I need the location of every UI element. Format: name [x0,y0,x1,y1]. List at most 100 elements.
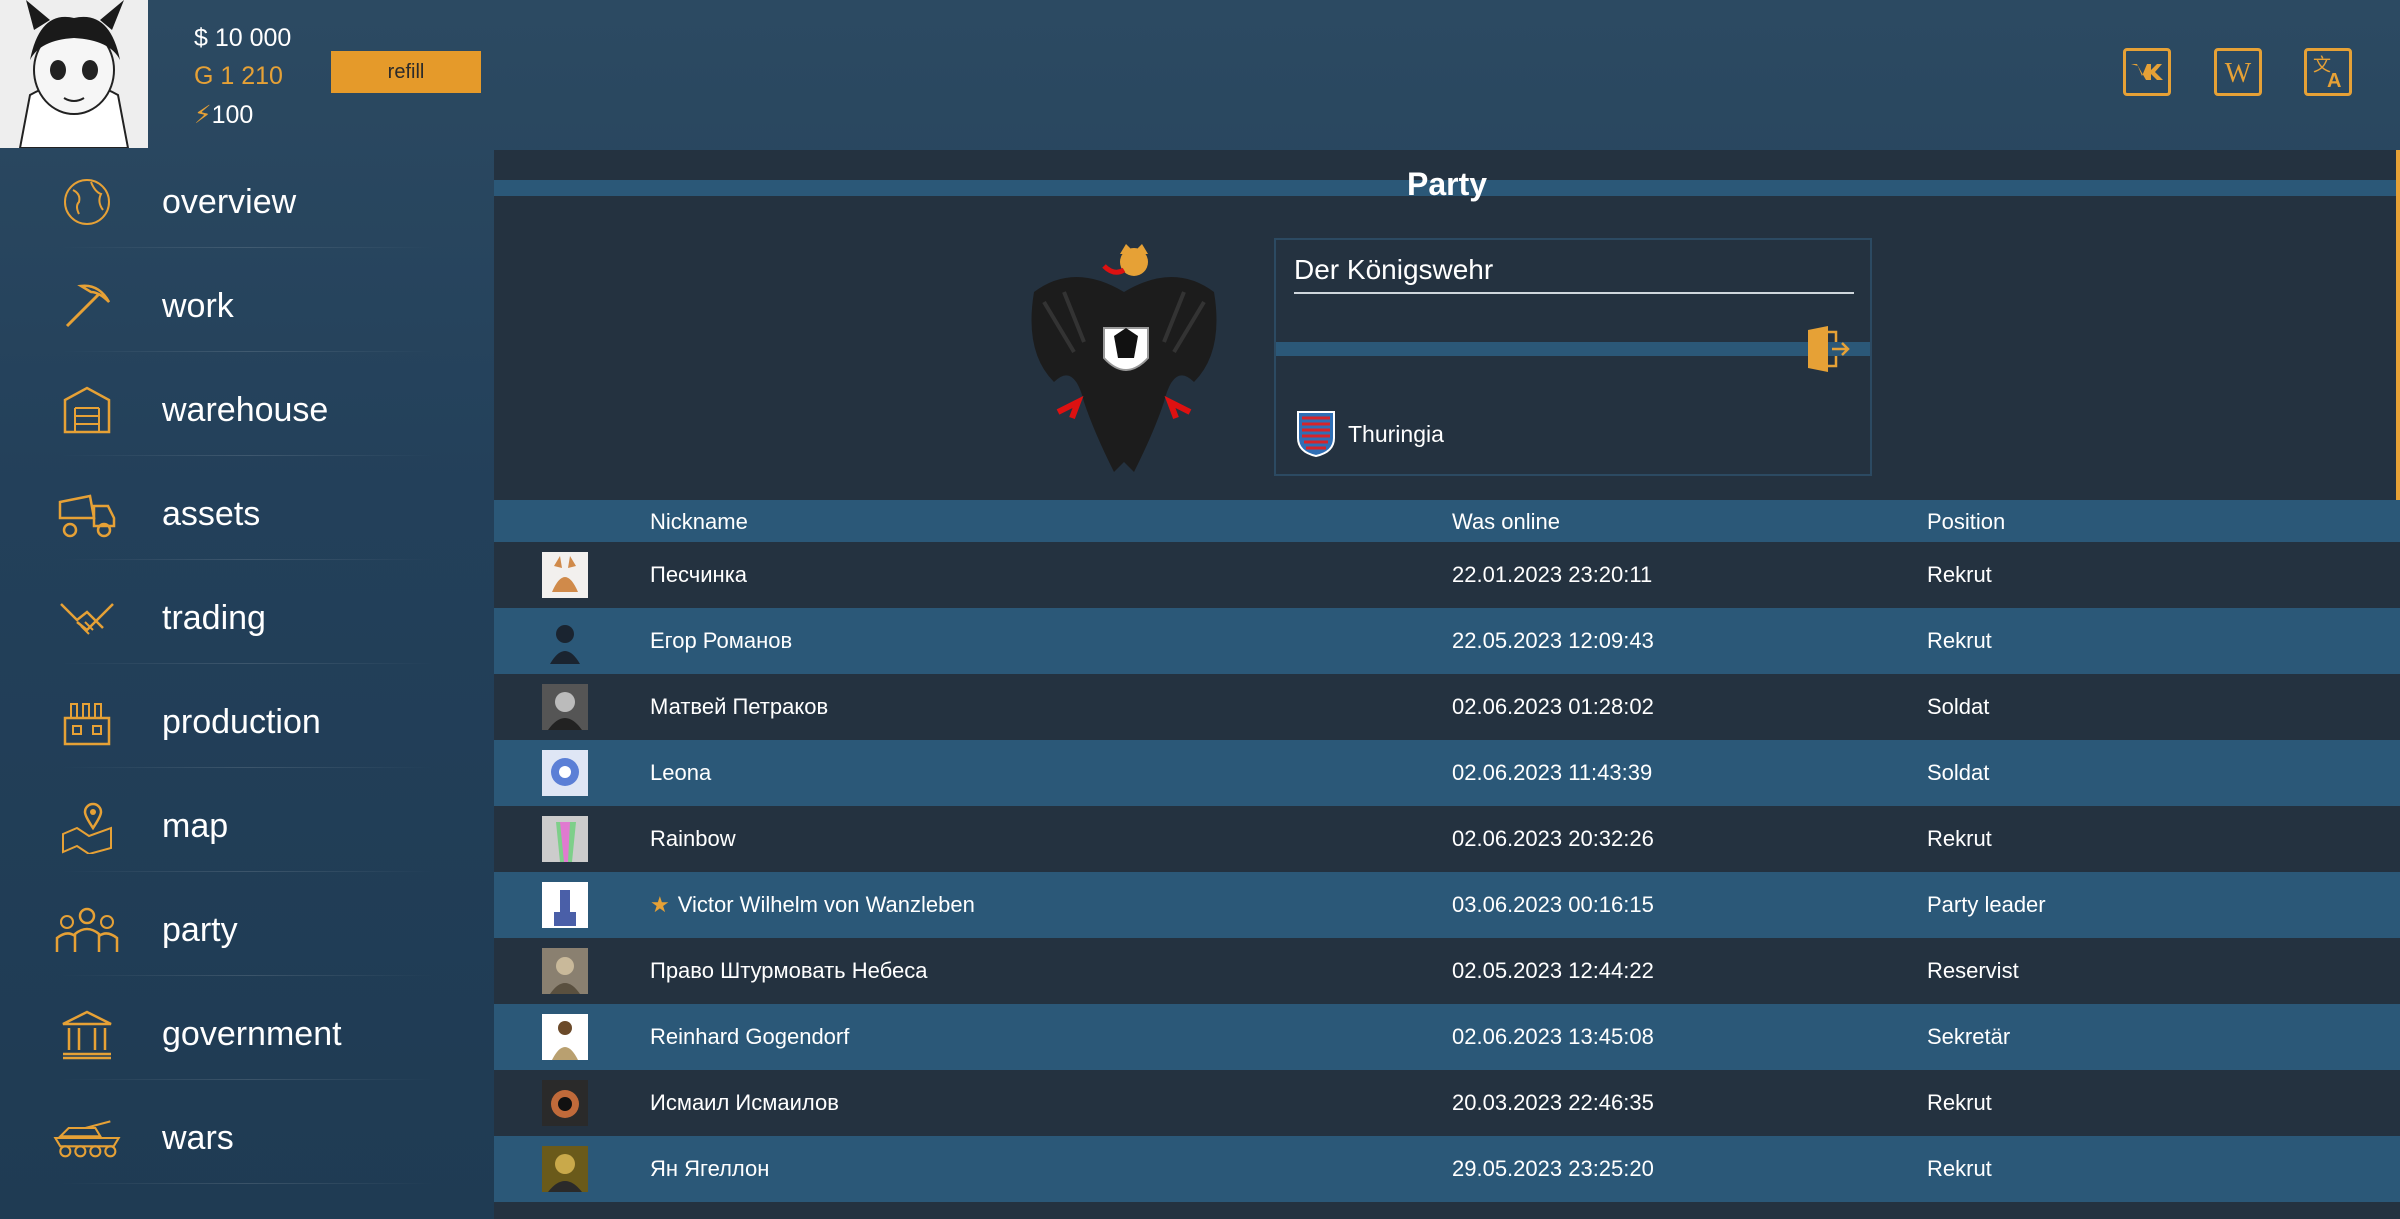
table-row[interactable]: Исмаил Исмаилов 20.03.2023 22:46:35 Rekr… [494,1070,2400,1136]
table-row[interactable]: Матвей Петраков 02.06.2023 01:28:02 Sold… [494,674,2400,740]
sidebar-item-label: party [162,910,238,949]
party-info-box: Der Königswehr Thuringia [1274,238,1872,476]
member-avatar[interactable] [542,552,588,598]
member-position: Sekretär [1927,1024,2011,1049]
member-position: Reservist [1927,958,2019,983]
table-row[interactable]: ★ Victor Wilhelm von Wanzleben 03.06.2023… [494,872,2400,938]
member-avatar[interactable] [542,948,588,994]
member-position: Rekrut [1927,1090,1992,1115]
member-nickname: Право Штурмовать Небеса [650,958,928,983]
party-progress-bar [1276,342,1870,356]
leave-party-icon[interactable] [1806,326,1850,372]
member-avatar[interactable] [542,1146,588,1192]
sidebar-item-assets[interactable]: assets [0,462,490,566]
sidebar-item-label: government [162,1014,342,1053]
member-last-online: 20.03.2023 22:46:35 [1452,1090,1654,1115]
player-avatar[interactable] [0,0,148,148]
table-row[interactable]: Право Штурмовать Небеса 02.05.2023 12:44… [494,938,2400,1004]
member-nickname: Песчинка [650,562,748,587]
sidebar-item-label: trading [162,598,266,637]
party-panel: Party Der Königswehr Thuringia Nickname [494,150,2400,1219]
member-position: Rekrut [1927,826,1992,851]
member-last-online: 02.05.2023 12:44:22 [1452,958,1654,983]
factory-icon [52,692,122,752]
table-row[interactable]: Песчинка 22.01.2023 23:20:11 Rekrut [494,542,2400,608]
region-name: Thuringia [1348,420,1444,447]
energy-balance: ⚡100 [194,100,253,130]
sidebar-item-label: warehouse [162,390,329,429]
member-avatar[interactable] [542,1080,588,1126]
svg-text:W: W [2225,58,2252,87]
party-emblem [1014,232,1234,482]
sidebar-item-label: map [162,806,229,845]
member-position: Rekrut [1927,628,1992,653]
column-header-position: Position [1927,509,2006,534]
sidebar-item-overview[interactable]: overview [0,150,490,254]
sidebar-item-wars[interactable]: wars [0,1086,490,1190]
sidebar-item-label: overview [162,182,297,221]
member-nickname: Rainbow [650,826,736,851]
scrollbar[interactable] [2396,150,2400,500]
sidebar-item-label: wars [162,1118,234,1157]
table-row[interactable]: Егор Романов 22.05.2023 12:09:43 Rekrut [494,608,2400,674]
sidebar-item-production[interactable]: production [0,670,490,774]
member-nickname: Reinhard Gogendorf [650,1024,850,1049]
truck-icon [52,484,122,544]
svg-text:A: A [2327,70,2341,91]
member-last-online: 02.06.2023 20:32:26 [1452,826,1654,851]
sidebar-item-map[interactable]: map [0,774,490,878]
table-row[interactable]: Reinhard Gogendorf 02.06.2023 13:45:08 S… [494,1004,2400,1070]
money-balance: $ 10 000 [194,24,292,52]
pickaxe-icon [52,276,122,336]
member-nickname: Егор Романов [650,628,793,653]
map-pin-icon [52,796,122,856]
member-nickname: Матвей Петраков [650,694,829,719]
lightning-icon: ⚡ [194,101,212,129]
column-header-was-online: Was online [1452,509,1561,534]
sidebar-nav: overview work warehouse assets trading p… [0,150,490,1190]
party-region-link[interactable]: Thuringia [1296,410,1444,458]
table-row[interactable]: Ян Ягеллон 29.05.2023 23:25:20 Rekrut [494,1136,2400,1202]
member-avatar[interactable] [542,750,588,796]
member-nickname: Ян Ягеллон [650,1156,770,1181]
member-nickname: Leona [650,760,712,785]
table-row[interactable]: Leona 02.06.2023 11:43:39 Soldat [494,740,2400,806]
translate-icon[interactable]: 文A [2304,48,2352,96]
sidebar-item-label: work [162,286,234,325]
member-nickname-text: Victor Wilhelm von Wanzleben [677,892,975,917]
table-header: Nickname Was online Position [494,500,2400,542]
sidebar-item-government[interactable]: government [0,982,490,1086]
column-header-nickname: Nickname [650,509,748,534]
leader-star-icon: ★ [650,892,670,917]
refill-button[interactable]: refill [331,51,481,93]
member-avatar[interactable] [542,882,588,928]
member-avatar[interactable] [542,1014,588,1060]
member-position: Soldat [1927,760,1990,785]
member-avatar[interactable] [542,618,588,664]
sidebar-item-work[interactable]: work [0,254,490,358]
table-row[interactable] [494,1202,2400,1219]
sidebar-item-warehouse[interactable]: warehouse [0,358,490,462]
table-row[interactable]: Rainbow 02.06.2023 20:32:26 Rekrut [494,806,2400,872]
member-position: Party leader [1927,892,2046,917]
tank-icon [52,1108,122,1168]
member-avatar[interactable] [542,816,588,862]
member-last-online: 02.06.2023 01:28:02 [1452,694,1654,719]
warehouse-icon [52,380,122,440]
sidebar-item-label: production [162,702,321,741]
member-position: Rekrut [1927,562,1992,587]
page-title: Party [1406,166,1488,202]
gold-balance: G 1 210 [194,62,283,90]
people-icon [52,900,122,960]
sidebar-item-trading[interactable]: trading [0,566,490,670]
member-last-online: 02.06.2023 11:43:39 [1452,760,1653,785]
member-avatar[interactable] [542,684,588,730]
sidebar-item-party[interactable]: party [0,878,490,982]
member-nickname: ★ Victor Wilhelm von Wanzleben [650,892,975,918]
member-nickname: Исмаил Исмаилов [650,1090,839,1115]
region-flag-icon [1296,410,1336,458]
energy-value: 100 [211,101,254,129]
member-last-online: 22.01.2023 23:20:11 [1452,562,1653,587]
wiki-icon[interactable]: W [2214,48,2262,96]
vk-icon[interactable] [2123,48,2171,96]
